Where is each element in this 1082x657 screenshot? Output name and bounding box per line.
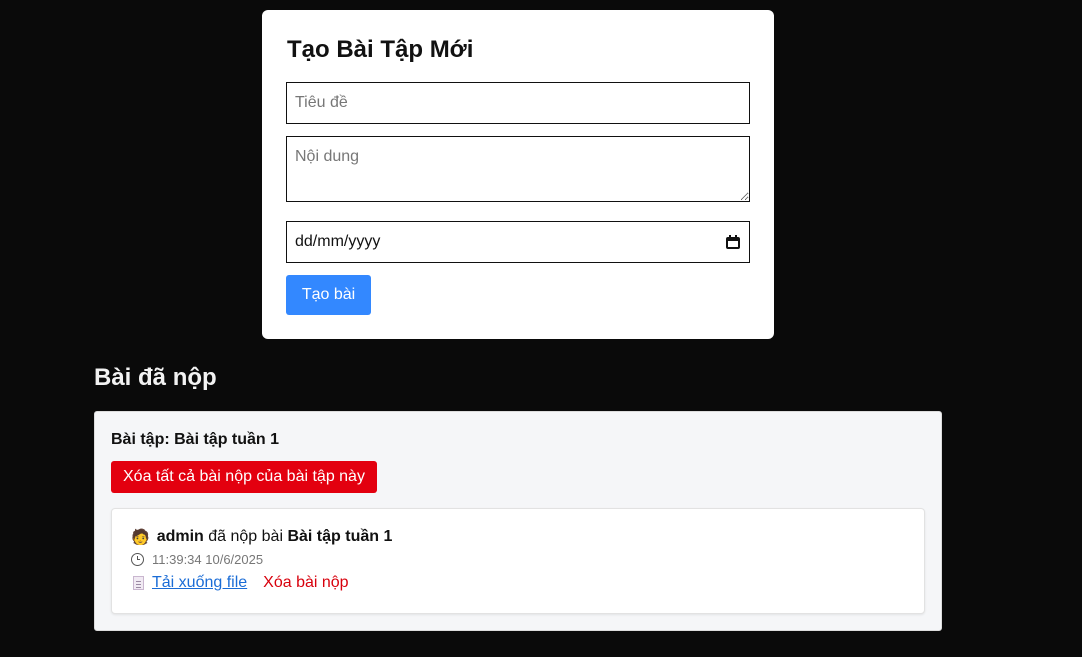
create-assignment-button[interactable]: Tạo bài [286, 275, 371, 315]
submission-time: 11:39:34 10/6/2025 [131, 552, 263, 567]
clock-icon [131, 553, 144, 566]
delete-submission-link[interactable]: Xóa bài nộp [263, 574, 348, 592]
submission-item: 🧑 admin đã nộp bài Bài tập tuần 1 11:39:… [111, 508, 925, 614]
submitted-assignment-name: Bài tập tuần 1 [287, 528, 393, 545]
file-icon [133, 576, 144, 590]
submission-actions: Tải xuống file Xóa bài nộp [129, 574, 349, 592]
create-assignment-card: Tạo Bài Tập Mới dd/mm/yyyy Tạo bài [262, 10, 774, 339]
submission-timestamp: 11:39:34 10/6/2025 [152, 552, 264, 567]
date-input-value: dd/mm/yyyy [295, 233, 381, 250]
download-file-label: Tải xuống file [152, 574, 248, 591]
delete-all-submissions-button[interactable]: Xóa tất cả bài nộp của bài tập này [111, 461, 377, 493]
calendar-icon[interactable] [726, 235, 740, 249]
submission-action-text: đã nộp bài [208, 528, 283, 545]
form-title: Tạo Bài Tập Mới [287, 36, 474, 63]
assignment-label: Bài tập: Bài tập tuần 1 [111, 431, 280, 448]
title-input[interactable] [286, 82, 750, 124]
submissions-heading: Bài đã nộp [94, 364, 217, 391]
submission-summary: 🧑 admin đã nộp bài Bài tập tuần 1 [131, 528, 392, 546]
content-textarea[interactable] [286, 136, 750, 202]
download-file-link[interactable]: Tải xuống file [129, 574, 247, 592]
person-emoji-icon: 🧑 [131, 529, 150, 546]
submitter-username: admin [156, 528, 204, 545]
due-date-input[interactable]: dd/mm/yyyy [286, 221, 750, 263]
submission-group: Bài tập: Bài tập tuần 1 Xóa tất cả bài n… [94, 411, 942, 631]
